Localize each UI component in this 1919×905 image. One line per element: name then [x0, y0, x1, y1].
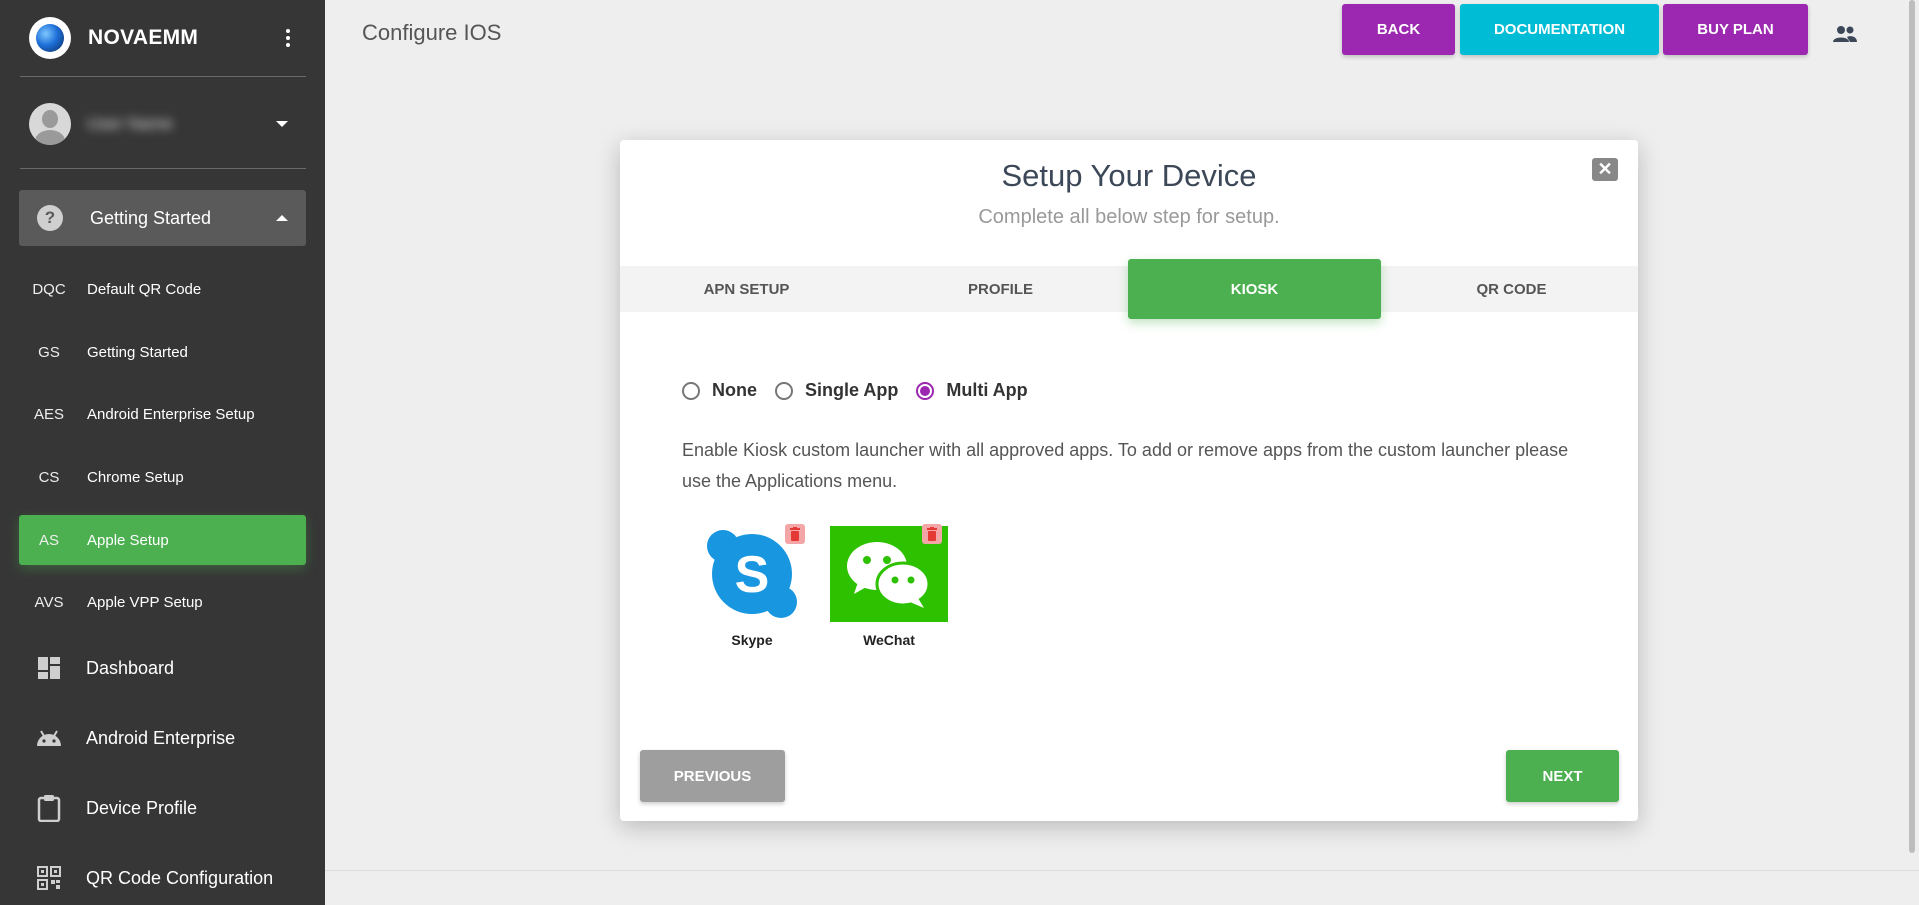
- help-icon: ?: [37, 205, 63, 231]
- radio-label: Multi App: [946, 380, 1028, 400]
- sidebar-item-qr-code-configuration[interactable]: QR Code Configuration: [19, 852, 306, 904]
- radio-label: None: [712, 380, 757, 400]
- radio-circle[interactable]: [682, 381, 700, 400]
- sidebar-item-android-enterprise-setup[interactable]: AES Android Enterprise Setup: [19, 389, 306, 439]
- sidebar-item-label: Chrome Setup: [87, 468, 184, 486]
- sidebar-item-chrome-setup[interactable]: CS Chrome Setup: [19, 452, 306, 502]
- sidebar-item-android-enterprise[interactable]: Android Enterprise: [19, 712, 306, 764]
- sidebar-item-dashboard[interactable]: Dashboard: [19, 642, 306, 694]
- tab-profile[interactable]: PROFILE: [874, 266, 1127, 312]
- people-icon[interactable]: [1832, 24, 1858, 44]
- sidebar-item-apple-vpp-setup[interactable]: AVS Apple VPP Setup: [19, 577, 306, 627]
- app-name: Skype: [731, 632, 773, 648]
- radio-label: Single App: [805, 380, 899, 400]
- caret-up-icon: [276, 215, 288, 221]
- buy-plan-button[interactable]: BUY PLAN: [1663, 4, 1808, 55]
- user-name: User Name: [87, 114, 173, 133]
- sidebar-item-label: Device Profile: [86, 797, 198, 818]
- setup-tabs: APN SETUP PROFILE KIOSK QR CODE: [620, 259, 1638, 319]
- radio-circle[interactable]: [775, 381, 793, 400]
- sidebar: NOVAEMM User Name ? Getting Started DQC …: [0, 0, 325, 905]
- sidebar-item-abbr: AES: [33, 405, 64, 423]
- delete-icon[interactable]: [922, 524, 942, 544]
- skype-icon: S: [693, 524, 811, 622]
- caret-down-icon[interactable]: [276, 121, 288, 127]
- sidebar-item-label: Dashboard: [86, 657, 175, 678]
- sidebar-item-label: Apple VPP Setup: [87, 593, 203, 611]
- wechat-icon: [830, 524, 948, 622]
- sidebar-item-label: Apple Setup: [87, 531, 169, 549]
- qr-code-icon: [35, 864, 63, 892]
- more-vert-icon[interactable]: [282, 26, 294, 50]
- brand-name: NOVAEMM: [88, 26, 199, 49]
- delete-icon[interactable]: [785, 524, 805, 544]
- sidebar-item-label: Android Enterprise Setup: [87, 405, 255, 423]
- sidebar-group-getting-started[interactable]: ? Getting Started: [19, 190, 306, 246]
- next-button[interactable]: NEXT: [1506, 750, 1619, 802]
- sidebar-item-label: Default QR Code: [87, 280, 202, 298]
- app-name: WeChat: [863, 632, 915, 648]
- footer-divider: [325, 870, 1919, 871]
- sidebar-item-apple-setup[interactable]: AS Apple Setup: [19, 515, 306, 565]
- sidebar-item-abbr: DQC: [32, 280, 66, 298]
- user-profile[interactable]: User Name: [20, 96, 306, 152]
- page-title: Configure IOS: [362, 20, 502, 45]
- radio-multi-app[interactable]: Multi App: [916, 380, 1028, 401]
- kiosk-description: Enable Kiosk custom launcher with all ap…: [682, 440, 1569, 491]
- tab-apn-setup[interactable]: APN SETUP: [620, 266, 873, 312]
- radio-none[interactable]: None: [682, 380, 757, 401]
- radio-single-app[interactable]: Single App: [775, 380, 898, 401]
- previous-button[interactable]: PREVIOUS: [640, 750, 785, 802]
- sidebar-item-abbr: AS: [38, 531, 59, 549]
- tab-kiosk[interactable]: KIOSK: [1128, 259, 1381, 319]
- documentation-button[interactable]: DOCUMENTATION: [1460, 4, 1659, 55]
- sidebar-item-label: QR Code Configuration: [86, 867, 274, 888]
- sidebar-item-abbr: GS: [38, 343, 60, 361]
- dashboard-icon: [35, 654, 63, 682]
- sidebar-divider: [20, 168, 306, 169]
- sidebar-item-abbr: CS: [38, 468, 60, 486]
- sidebar-item-label: Getting Started: [87, 343, 188, 361]
- clipboard-icon: [35, 794, 63, 822]
- brand[interactable]: NOVAEMM: [20, 8, 306, 68]
- sidebar-divider: [20, 76, 306, 77]
- kiosk-mode-options: None Single App Multi App: [682, 380, 1046, 401]
- sidebar-group-label: Getting Started: [90, 207, 212, 228]
- radio-circle-checked[interactable]: [916, 381, 935, 400]
- page-scrollbar[interactable]: [1909, 0, 1915, 853]
- close-icon[interactable]: ✕: [1592, 158, 1618, 181]
- sidebar-item-getting-started[interactable]: GS Getting Started: [19, 327, 306, 377]
- sidebar-item-device-profile[interactable]: Device Profile: [19, 782, 306, 834]
- back-button[interactable]: BACK: [1342, 4, 1455, 55]
- sidebar-item-default-qr-code[interactable]: DQC Default QR Code: [19, 264, 306, 314]
- app-tile-wechat[interactable]: WeChat: [829, 524, 949, 648]
- svg-text:S: S: [735, 546, 770, 604]
- sidebar-item-label: Android Enterprise: [86, 727, 236, 748]
- modal-title: Setup Your Device: [1001, 158, 1257, 193]
- brand-logo-icon: [29, 17, 71, 59]
- tab-qr-code[interactable]: QR CODE: [1385, 266, 1638, 312]
- app-tile-skype[interactable]: S Skype: [692, 524, 812, 648]
- avatar: [29, 103, 71, 145]
- android-icon: [35, 724, 63, 752]
- sidebar-item-abbr: AVS: [34, 593, 64, 611]
- modal-subtitle: Complete all below step for setup.: [978, 206, 1280, 228]
- setup-device-modal: Setup Your Device Complete all below ste…: [620, 140, 1638, 821]
